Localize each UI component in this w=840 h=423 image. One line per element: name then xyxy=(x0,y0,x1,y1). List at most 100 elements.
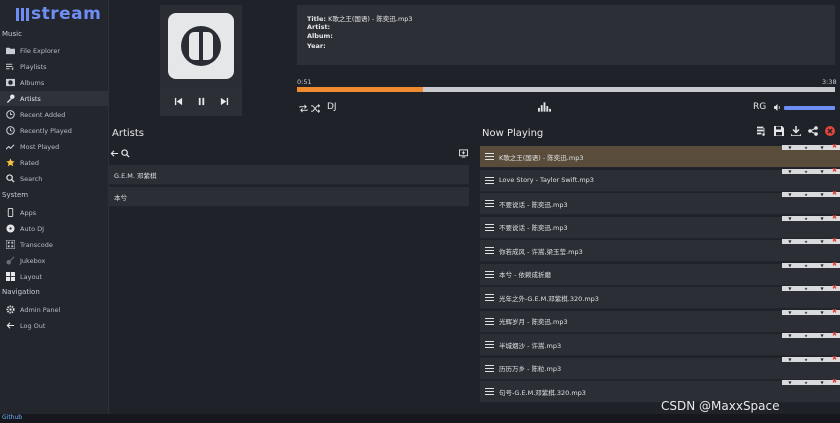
remove-row-button[interactable] xyxy=(830,308,840,315)
repeat-button[interactable] xyxy=(299,104,308,115)
star-icon xyxy=(6,158,15,167)
playlist-music-button[interactable] xyxy=(757,126,767,136)
drag-handle-icon[interactable] xyxy=(485,364,494,372)
save-icon xyxy=(774,126,784,136)
sidebar-item-layout[interactable]: Layout xyxy=(0,269,109,284)
remove-row-button[interactable] xyxy=(830,237,840,244)
replay-gain-toggle[interactable]: RG xyxy=(753,102,766,112)
sidebar-item-jukebox[interactable]: Jukebox xyxy=(0,253,109,268)
row-rating-controls[interactable]: ▼ ★ ▼ xyxy=(782,237,840,244)
sidebar-item-log-out[interactable]: Log Out xyxy=(0,318,109,333)
sidebar-item-label: Apps xyxy=(20,208,37,217)
row-rating-controls[interactable]: ▼ ★ ▼ xyxy=(782,261,840,268)
remove-row-button[interactable] xyxy=(830,167,840,174)
queue-track-name: 光辉岁月 - 陈奕迅.mp3 xyxy=(499,318,568,326)
artist-row[interactable]: 本兮 xyxy=(109,187,469,207)
progress-bar[interactable] xyxy=(297,87,835,92)
drag-handle-icon[interactable] xyxy=(485,223,494,231)
volume-icon[interactable] xyxy=(774,104,781,113)
github-link[interactable]: Github xyxy=(2,414,22,421)
remove-row-button[interactable] xyxy=(830,261,840,268)
sidebar: stream Music File Explorer Playlists Alb… xyxy=(0,0,109,414)
remove-row-button[interactable] xyxy=(830,143,840,150)
row-rating-controls[interactable]: ▼ ★ ▼ xyxy=(782,190,840,197)
row-rating-controls[interactable]: ▼ ★ ▼ xyxy=(782,378,840,385)
track-info-panel: Title: K歌之王(国语) - 陈奕迅.mp3 Artist: Album:… xyxy=(297,5,835,65)
remove-row-button[interactable] xyxy=(830,190,840,197)
progress-fill xyxy=(297,87,424,92)
rating-bar[interactable]: ▼ ★ ▼ xyxy=(782,309,830,315)
row-rating-controls[interactable]: ▼ ★ ▼ xyxy=(782,143,840,150)
previous-track-button[interactable] xyxy=(174,97,183,106)
trending-icon xyxy=(6,142,15,151)
sidebar-item-playlists[interactable]: Playlists xyxy=(0,59,109,74)
drag-handle-icon[interactable] xyxy=(485,176,494,184)
rating-bar[interactable]: ▼ ★ ▼ xyxy=(782,380,830,385)
clock-icon xyxy=(6,110,15,119)
drag-handle-icon[interactable] xyxy=(485,388,494,395)
sidebar-item-apps[interactable]: Apps xyxy=(0,205,109,220)
remove-row-button[interactable] xyxy=(830,355,840,362)
rating-bar[interactable]: ▼ ★ ▼ xyxy=(782,192,830,197)
clear-queue-button[interactable] xyxy=(825,126,835,136)
rating-bar[interactable]: ▼ ★ ▼ xyxy=(782,356,830,362)
remove-row-button[interactable] xyxy=(830,284,840,291)
equalizer-icon[interactable] xyxy=(538,102,551,114)
artist-row[interactable]: G.E.M. 邓紫棋 xyxy=(109,165,469,185)
queue-track-name: 句号-G.E.M.邓紫棋.320.mp3 xyxy=(499,388,586,397)
sidebar-item-rated[interactable]: Rated xyxy=(0,155,109,170)
rating-bar[interactable]: ▼ ★ ▼ xyxy=(782,239,830,244)
shuffle-button[interactable] xyxy=(311,104,321,115)
current-time: 0:51 xyxy=(297,78,312,86)
drag-handle-icon[interactable] xyxy=(485,341,494,348)
dj-toggle[interactable]: DJ xyxy=(327,102,337,112)
next-track-button[interactable] xyxy=(220,97,229,106)
rating-bar[interactable]: ▼ ★ ▼ xyxy=(782,145,830,150)
sidebar-item-auto-dj[interactable]: Auto DJ xyxy=(0,221,109,236)
drag-handle-icon[interactable] xyxy=(485,317,494,325)
rating-bar[interactable]: ▼ ★ ▼ xyxy=(782,168,830,174)
watermark: CSDN @MaxxSpace xyxy=(661,399,780,413)
drag-handle-icon[interactable] xyxy=(485,270,494,278)
drag-handle-icon[interactable] xyxy=(485,247,494,254)
rating-bar[interactable]: ▼ ★ ▼ xyxy=(782,333,830,338)
sidebar-item-transcode[interactable]: Transcode xyxy=(0,237,109,252)
rating-bar[interactable]: ▼ ★ ▼ xyxy=(782,262,830,268)
row-rating-controls[interactable]: ▼ ★ ▼ xyxy=(782,167,840,174)
sidebar-item-search[interactable]: Search xyxy=(0,171,109,186)
row-rating-controls[interactable]: ▼ ★ ▼ xyxy=(782,355,840,362)
volume-slider[interactable] xyxy=(784,106,835,110)
back-button[interactable] xyxy=(110,149,119,160)
app-logo[interactable]: stream xyxy=(16,4,101,24)
row-rating-controls[interactable]: ▼ ★ ▼ xyxy=(782,308,840,315)
sidebar-item-admin-panel[interactable]: Admin Panel xyxy=(0,302,109,317)
artists-search-button[interactable] xyxy=(121,149,130,160)
share-button[interactable] xyxy=(808,126,818,136)
sidebar-item-albums[interactable]: Albums xyxy=(0,75,109,90)
drag-handle-icon[interactable] xyxy=(485,153,494,160)
row-rating-controls[interactable]: ▼ ★ ▼ xyxy=(782,284,840,291)
remove-row-button[interactable] xyxy=(830,378,840,385)
sidebar-item-artists[interactable]: Artists xyxy=(0,91,109,106)
sidebar-item-recent-added[interactable]: Recent Added xyxy=(0,107,109,122)
drag-handle-icon[interactable] xyxy=(485,200,494,207)
sidebar-item-label: Auto DJ xyxy=(20,224,45,233)
save-queue-button[interactable] xyxy=(774,126,784,136)
add-to-queue-button[interactable] xyxy=(459,149,468,160)
remove-row-button[interactable] xyxy=(830,331,840,338)
share-icon xyxy=(808,126,818,136)
rating-bar[interactable]: ▼ ★ ▼ xyxy=(782,215,830,221)
sidebar-item-label: Recent Added xyxy=(20,110,66,119)
sidebar-item-file-explorer[interactable]: File Explorer xyxy=(0,43,109,58)
row-rating-controls[interactable]: ▼ ★ ▼ xyxy=(782,214,840,221)
now-playing-title: Now Playing xyxy=(482,128,544,139)
sidebar-item-recently-played[interactable]: Recently Played xyxy=(0,123,109,138)
rating-bar[interactable]: ▼ ★ ▼ xyxy=(782,286,830,291)
drag-handle-icon[interactable] xyxy=(485,294,494,301)
remove-row-button[interactable] xyxy=(830,214,840,221)
sidebar-item-most-played[interactable]: Most Played xyxy=(0,139,109,154)
download-button[interactable] xyxy=(791,126,801,136)
row-rating-controls[interactable]: ▼ ★ ▼ xyxy=(782,331,840,338)
pause-button[interactable] xyxy=(197,97,206,106)
sidebar-item-label: File Explorer xyxy=(20,46,61,55)
